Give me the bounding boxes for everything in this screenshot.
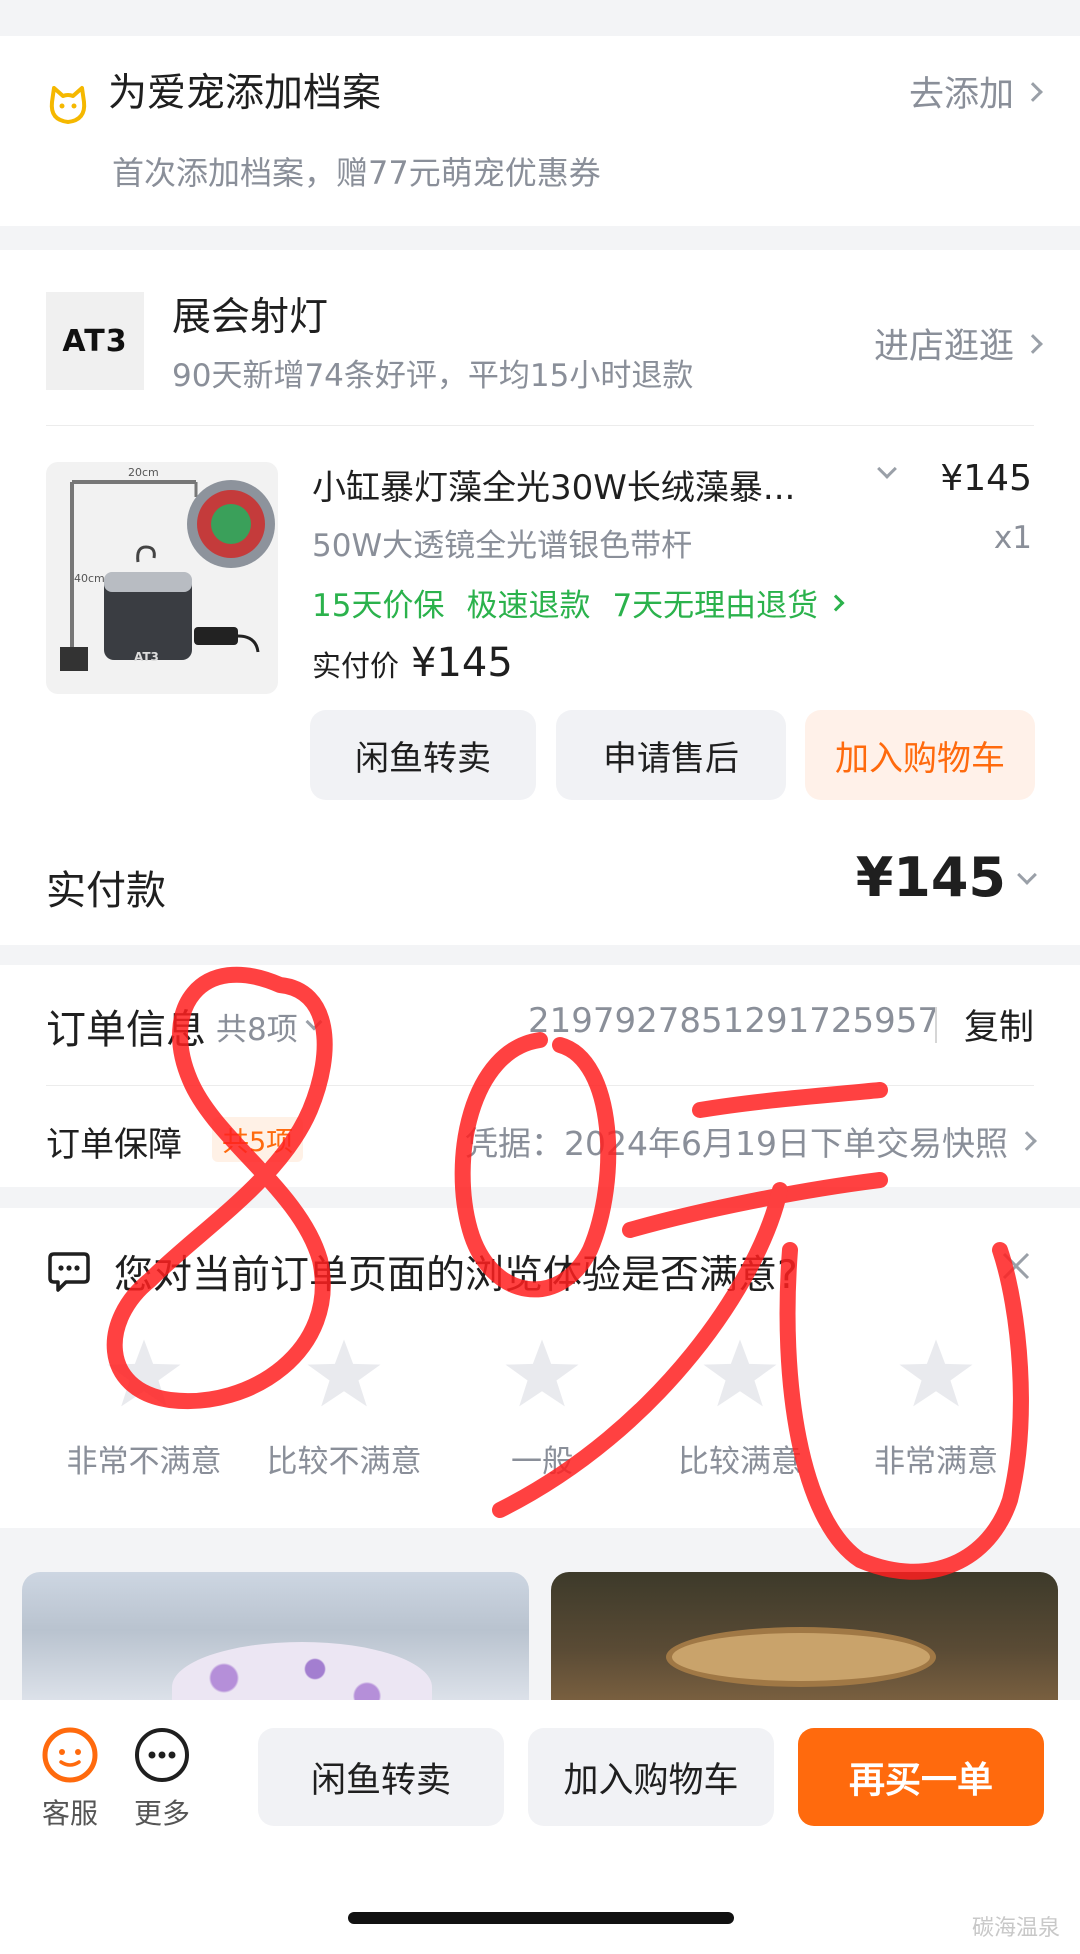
image-height-label: 40cm xyxy=(74,572,105,585)
close-icon[interactable] xyxy=(996,1246,1036,1286)
chevron-right-icon xyxy=(827,594,845,611)
pet-bed-image xyxy=(172,1642,432,1702)
store-logo[interactable]: AT3 xyxy=(46,292,144,390)
payment-label: 实付款 xyxy=(46,868,166,914)
customer-service[interactable]: 客服 xyxy=(30,1726,110,1832)
pet-profile-title: 为爱宠添加档案 xyxy=(108,71,382,116)
after-sale-button[interactable]: 申请售后 xyxy=(556,710,786,800)
product-qty: x1 xyxy=(993,520,1032,556)
more-icon xyxy=(135,1728,189,1782)
tag-price-protect: 15天价保 xyxy=(312,588,445,624)
chevron-right-icon xyxy=(1023,81,1043,102)
chevron-down-icon[interactable] xyxy=(877,459,897,479)
star-icon[interactable] xyxy=(505,1339,579,1407)
store-stats: 90天新增74条好评，平均15小时退款 xyxy=(172,358,694,394)
chevron-right-icon xyxy=(1023,333,1043,354)
add-to-cart-button[interactable]: 加入购物车 xyxy=(805,710,1035,800)
rattan-table-image xyxy=(666,1627,936,1687)
image-brand-label: AT3 xyxy=(134,650,159,664)
snapshot-link[interactable]: 凭据：2024年6月19日下单交易快照 xyxy=(465,1117,1037,1165)
pet-add-label: 去添加 xyxy=(908,75,1014,115)
tag-7day-return: 7天无理由退货 xyxy=(612,588,819,624)
divider xyxy=(935,1007,937,1043)
bottom-resell-button[interactable]: 闲鱼转卖 xyxy=(258,1728,504,1826)
store-logo-text: AT3 xyxy=(62,323,128,359)
more-label: 更多 xyxy=(133,1797,190,1830)
paid-price-row: 实付价 ¥145 xyxy=(312,640,513,686)
product-price: ¥145 xyxy=(940,458,1032,499)
chat-bubble-icon xyxy=(46,1248,92,1298)
bottom-add-cart-button[interactable]: 加入购物车 xyxy=(528,1728,774,1826)
snapshot-label: 凭据：2024年6月19日下单交易快照 xyxy=(465,1124,1008,1163)
order-info-label: 订单信息 xyxy=(46,1007,206,1053)
rebuy-button[interactable]: 再买一单 xyxy=(798,1728,1044,1826)
star-icon[interactable] xyxy=(307,1339,381,1407)
recommendation-image-left[interactable] xyxy=(22,1572,529,1702)
top-sliver xyxy=(0,0,1080,20)
watermark: 碳海温泉 xyxy=(971,1916,1060,1941)
order-info-count: 共8项 xyxy=(216,1011,298,1048)
order-info-card: 订单信息 共8项 2197927851291725957 复制 订单保障 共5项… xyxy=(0,965,1080,1187)
resell-button[interactable]: 闲鱼转卖 xyxy=(310,710,536,800)
rating-label[interactable]: 比较满意 xyxy=(640,1436,840,1481)
paid-price-value: ¥145 xyxy=(411,640,513,686)
guarantee-label: 订单保障 xyxy=(46,1125,182,1165)
product-spec: 50W大透镜全光谱银色带杆 xyxy=(312,528,693,564)
cat-icon xyxy=(46,84,90,128)
product-image[interactable]: 20cm 40cm AT3 xyxy=(46,462,278,694)
visit-store-label: 进店逛逛 xyxy=(873,327,1014,367)
divider xyxy=(46,425,1034,426)
pet-add-link[interactable]: 去添加 xyxy=(908,66,1043,117)
pet-profile-subtitle: 首次添加档案，赠77元萌宠优惠券 xyxy=(112,154,601,192)
star-icon[interactable] xyxy=(703,1339,777,1407)
survey-question: 您对当前订单页面的浏览体验是否满意? xyxy=(114,1253,798,1298)
rating-label[interactable]: 比较不满意 xyxy=(244,1436,444,1481)
divider xyxy=(46,1085,1034,1086)
star-icon[interactable] xyxy=(107,1339,181,1407)
copy-button[interactable]: 复制 xyxy=(964,999,1034,1050)
survey-card: 您对当前订单页面的浏览体验是否满意? 非常不满意 比较不满意 一般 比较满意 非… xyxy=(0,1208,1080,1528)
customer-service-icon xyxy=(42,1727,98,1783)
order-number: 2197927851291725957 xyxy=(528,1001,940,1041)
more-menu[interactable]: 更多 xyxy=(122,1726,202,1832)
order-card: AT3 展会射灯 90天新增74条好评，平均15小时退款 进店逛逛 20cm 4… xyxy=(0,250,1080,945)
pet-profile-card[interactable]: 为爱宠添加档案 首次添加档案，赠77元萌宠优惠券 去添加 xyxy=(0,36,1080,226)
store-name[interactable]: 展会射灯 xyxy=(172,286,328,342)
rating-label[interactable]: 一般 xyxy=(442,1436,642,1481)
tag-fast-refund: 极速退款 xyxy=(466,588,591,624)
chevron-right-icon xyxy=(1017,1131,1037,1151)
paid-price-label: 实付价 xyxy=(312,649,400,683)
bottom-bar: 客服 更多 闲鱼转卖 加入购物车 再买一单 碳海温泉 xyxy=(0,1700,1080,1954)
chevron-down-icon xyxy=(1017,864,1037,885)
payment-value: ¥145 xyxy=(855,846,1006,909)
recommendation-image-right[interactable] xyxy=(551,1572,1058,1702)
customer-service-label: 客服 xyxy=(41,1797,98,1830)
service-tags[interactable]: 15天价保 极速退款 7天无理由退货 xyxy=(312,580,845,625)
home-indicator xyxy=(348,1912,734,1924)
chevron-down-icon xyxy=(305,1013,323,1031)
payment-total[interactable]: ¥145 xyxy=(855,846,1037,909)
star-icon[interactable] xyxy=(899,1339,973,1407)
image-width-label: 20cm xyxy=(128,466,159,479)
product-title[interactable]: 小缸暴灯藻全光30W长绒藻暴... xyxy=(312,460,832,509)
rating-label[interactable]: 非常不满意 xyxy=(44,1436,244,1481)
order-info-toggle[interactable]: 订单信息 共8项 xyxy=(46,997,323,1055)
rating-label[interactable]: 非常满意 xyxy=(836,1436,1036,1481)
guarantee-badge[interactable]: 共5项 xyxy=(212,1117,304,1162)
visit-store-link[interactable]: 进店逛逛 xyxy=(873,318,1043,369)
